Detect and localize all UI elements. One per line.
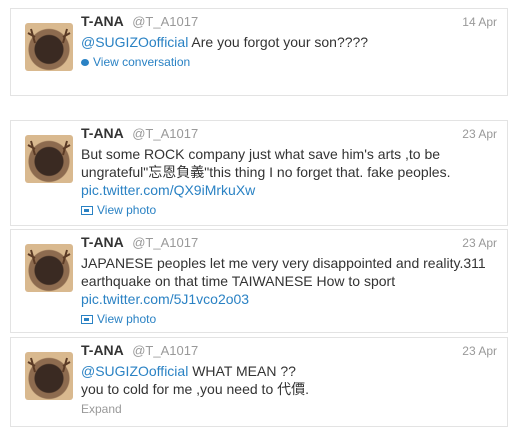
- action-label: View photo: [97, 312, 157, 326]
- conversation-bubble-icon: [81, 58, 89, 66]
- user-handle[interactable]: @T_A1017: [132, 235, 198, 250]
- mention-link[interactable]: @SUGIZOofficial: [81, 34, 188, 50]
- avatar[interactable]: [25, 352, 73, 400]
- avatar[interactable]: [25, 23, 73, 71]
- tweet-body-line2: you to cold for me ,you need to 代價.: [81, 381, 310, 397]
- photo-link[interactable]: pic.twitter.com/QX9iMrkuXw: [81, 181, 497, 199]
- timestamp[interactable]: 23 Apr: [462, 236, 497, 250]
- user-handle[interactable]: @T_A1017: [132, 126, 198, 141]
- tweet-text: @SUGIZOofficial Are you forgot your son?…: [81, 33, 497, 51]
- avatar-antlers-icon: [27, 140, 71, 156]
- avatar-antlers-icon: [27, 28, 71, 44]
- tweet[interactable]: T-ANA @T_A1017 23 Apr JAPANESE peoples l…: [10, 229, 508, 333]
- avatar[interactable]: [25, 244, 73, 292]
- tweet-body: WHAT MEAN ??: [188, 363, 296, 379]
- photo-icon: [81, 205, 93, 215]
- photo-link[interactable]: pic.twitter.com/5J1vco2o03: [81, 290, 497, 308]
- user-handle[interactable]: @T_A1017: [132, 14, 198, 29]
- view-conversation-link[interactable]: View conversation: [81, 55, 497, 69]
- tweet-body: JAPANESE peoples let me very very disapp…: [81, 255, 486, 289]
- avatar-antlers-icon: [27, 249, 71, 265]
- action-label: Expand: [81, 402, 122, 416]
- tweet-body: But some ROCK company just what save him…: [81, 146, 451, 180]
- timestamp[interactable]: 23 Apr: [462, 344, 497, 358]
- timestamp[interactable]: 14 Apr: [462, 15, 497, 29]
- view-photo-link[interactable]: View photo: [81, 312, 497, 326]
- photo-icon: [81, 314, 93, 324]
- action-label: View conversation: [93, 55, 191, 69]
- timestamp[interactable]: 23 Apr: [462, 127, 497, 141]
- user-name[interactable]: T-ANA: [81, 342, 124, 358]
- tweet[interactable]: T-ANA @T_A1017 14 Apr @SUGIZOofficial Ar…: [10, 8, 508, 96]
- user-name[interactable]: T-ANA: [81, 234, 124, 250]
- expand-link[interactable]: Expand: [81, 402, 497, 416]
- user-name[interactable]: T-ANA: [81, 13, 124, 29]
- tweet-text: @SUGIZOofficial WHAT MEAN ??: [81, 362, 497, 380]
- view-photo-link[interactable]: View photo: [81, 203, 497, 217]
- tweet-body: Are you forgot your son????: [188, 34, 369, 50]
- avatar-antlers-icon: [27, 357, 71, 373]
- user-handle[interactable]: @T_A1017: [132, 343, 198, 358]
- action-label: View photo: [97, 203, 157, 217]
- tweet[interactable]: T-ANA @T_A1017 23 Apr But some ROCK comp…: [10, 120, 508, 226]
- avatar[interactable]: [25, 135, 73, 183]
- tweet[interactable]: T-ANA @T_A1017 23 Apr @SUGIZOofficial WH…: [10, 337, 508, 427]
- user-name[interactable]: T-ANA: [81, 125, 124, 141]
- mention-link[interactable]: @SUGIZOofficial: [81, 363, 188, 379]
